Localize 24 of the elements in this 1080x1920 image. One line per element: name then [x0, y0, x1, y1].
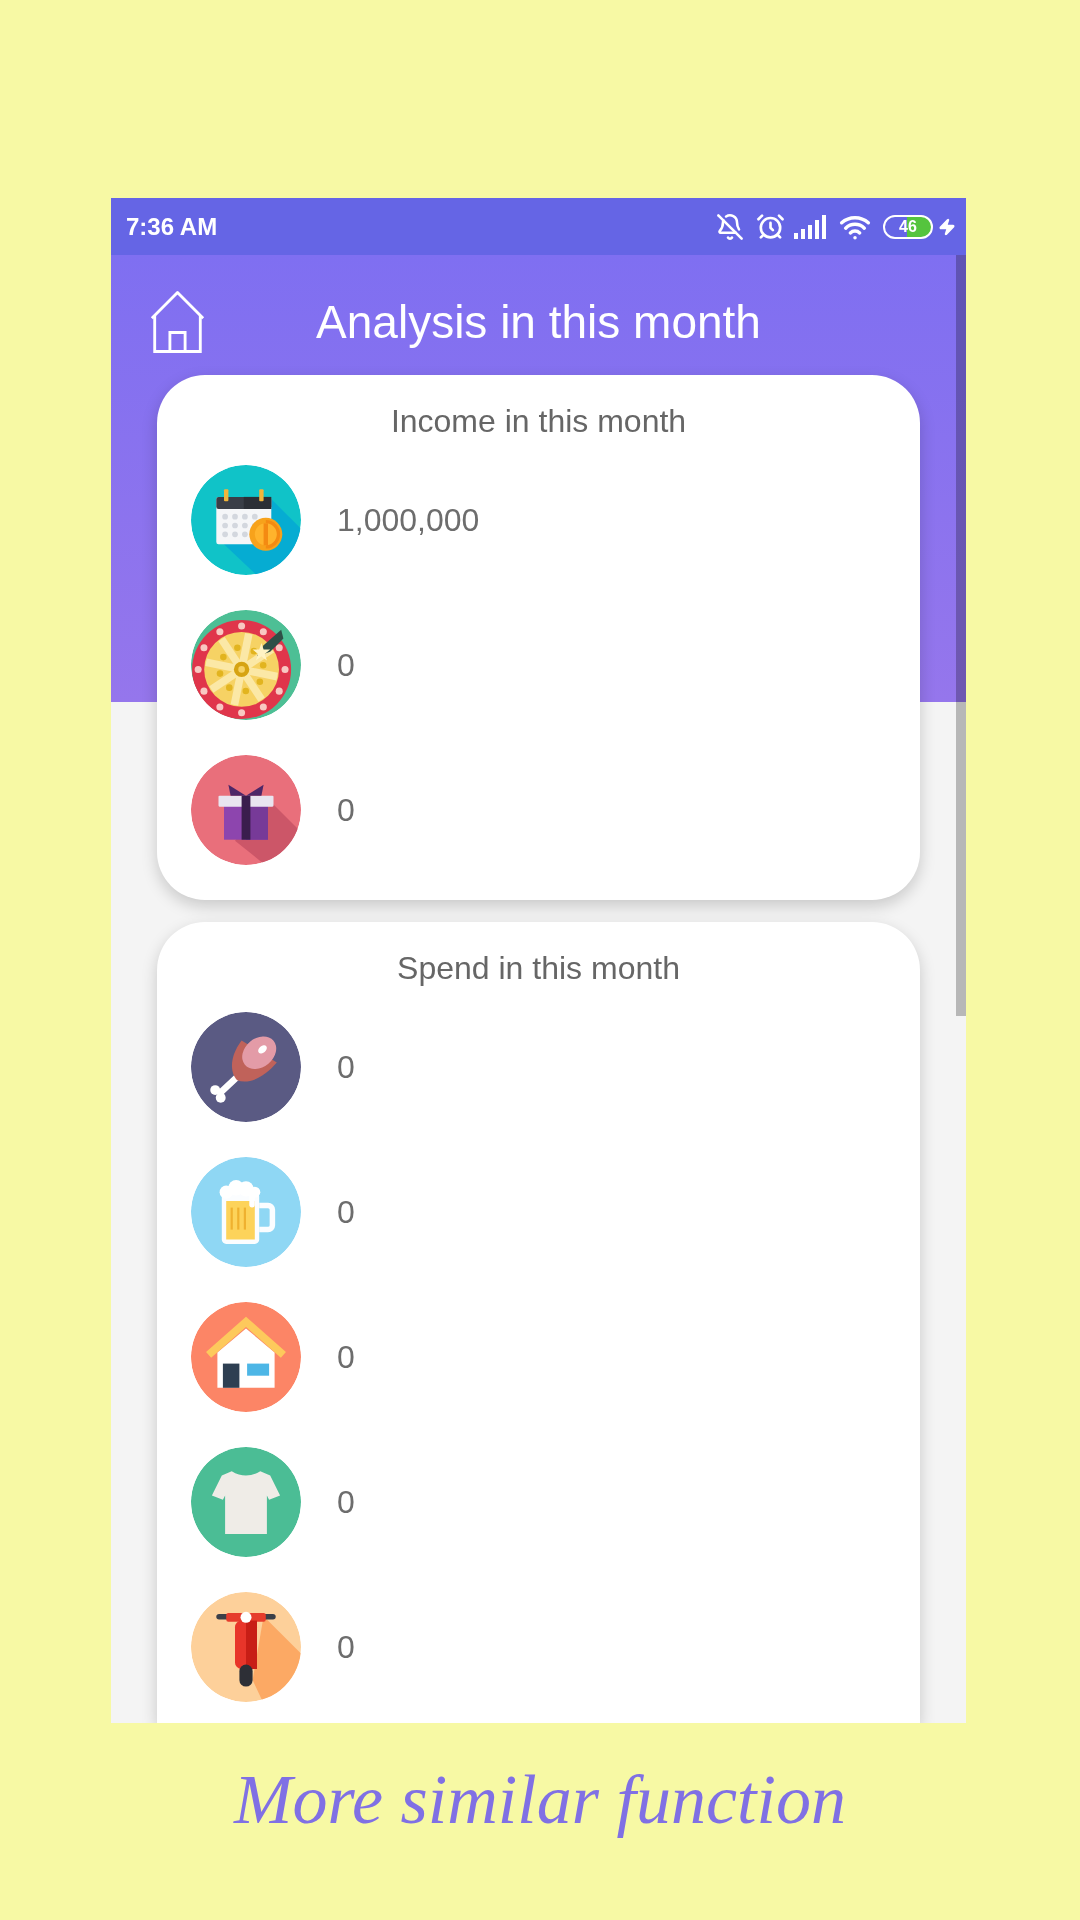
gift-box-icon — [191, 755, 301, 865]
ham-icon — [191, 1012, 301, 1122]
calendar-coin-icon — [191, 465, 301, 575]
t-shirt-icon — [191, 1447, 301, 1557]
amount-text: 0 — [337, 1341, 355, 1373]
amount-text: 0 — [337, 1196, 355, 1228]
status-time: 7:36 AM — [126, 214, 218, 239]
amount-text: 1,000,000 — [337, 504, 480, 536]
alarm-clock-icon — [756, 212, 785, 241]
card-title: Spend in this month — [396, 950, 681, 986]
signal-icon — [794, 214, 826, 239]
bell-off-icon — [716, 212, 744, 241]
beer-mug-icon — [191, 1157, 301, 1267]
home-icon[interactable] — [149, 289, 206, 355]
charging-bolt-icon — [938, 217, 956, 236]
amount-text: 0 — [337, 1486, 355, 1518]
amount-text: 0 — [337, 649, 355, 681]
prize-wheel-icon — [191, 610, 301, 720]
house-icon — [191, 1302, 301, 1412]
amount-text: 0 — [337, 794, 355, 826]
amount-text: 0 — [337, 1051, 355, 1083]
scooter-icon — [191, 1592, 301, 1702]
amount-text: 0 — [337, 1631, 355, 1663]
card-title: Income in this month — [389, 403, 688, 439]
